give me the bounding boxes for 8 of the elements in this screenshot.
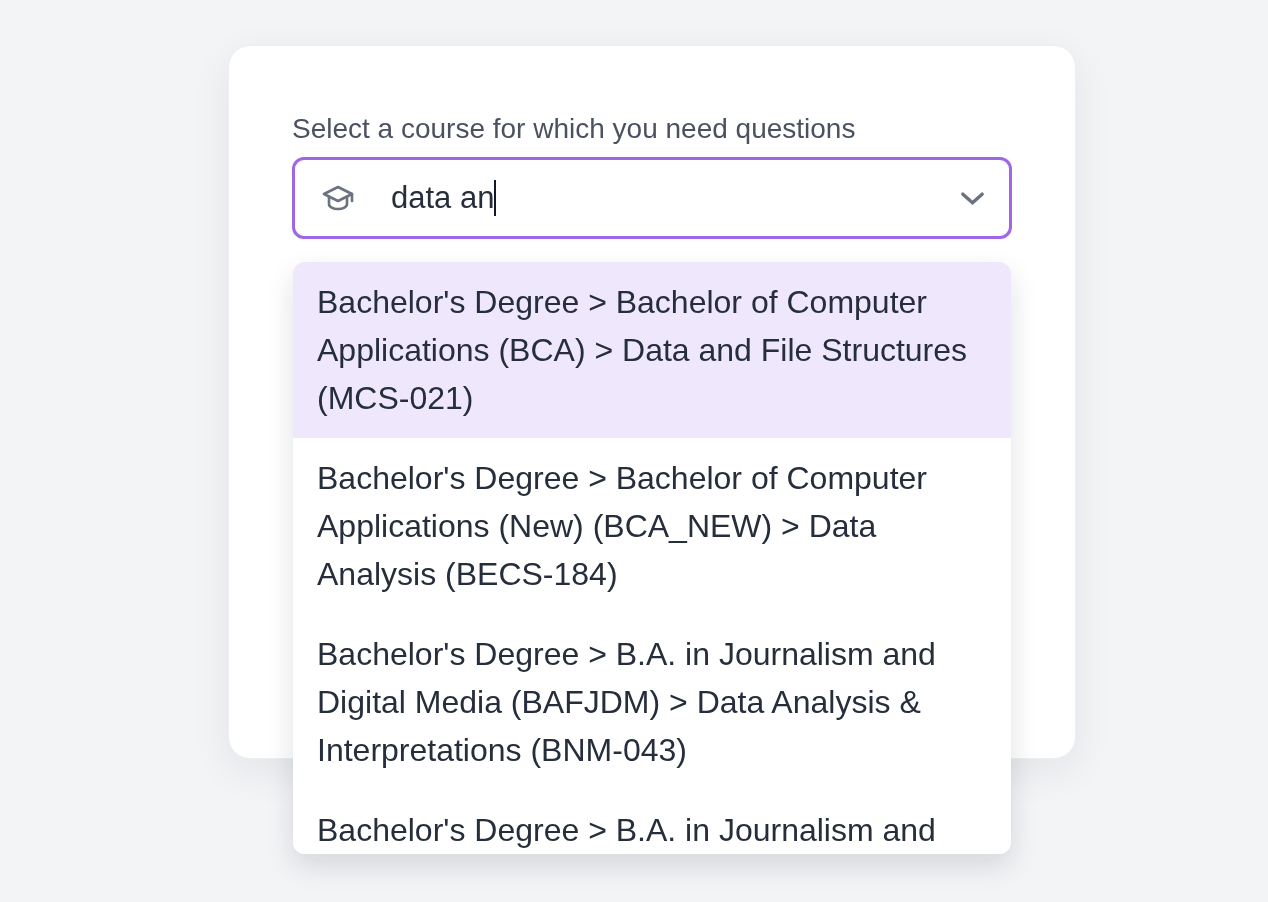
- graduation-cap-icon: [322, 185, 354, 211]
- field-label: Select a course for which you need questions: [292, 112, 857, 146]
- chevron-down-icon[interactable]: [960, 190, 985, 206]
- dropdown-option[interactable]: Bachelor's Degree > B.A. in Journalism and Digital Media (BAFJDM) > Data Analysis & Interpretations (BNM-043): [293, 614, 1011, 790]
- dropdown-option[interactable]: Bachelor's Degree > B.A. in Journalism and: [293, 790, 1011, 854]
- dropdown-option[interactable]: Bachelor's Degree > Bachelor of Computer Applications (BCA) > Data and File Structures (MCS-021): [293, 262, 1011, 438]
- course-search-field[interactable]: data an: [292, 157, 1012, 239]
- dropdown-option[interactable]: Bachelor's Degree > Bachelor of Computer Applications (New) (BCA_NEW) > Data Analysis (BECS-184): [293, 438, 1011, 614]
